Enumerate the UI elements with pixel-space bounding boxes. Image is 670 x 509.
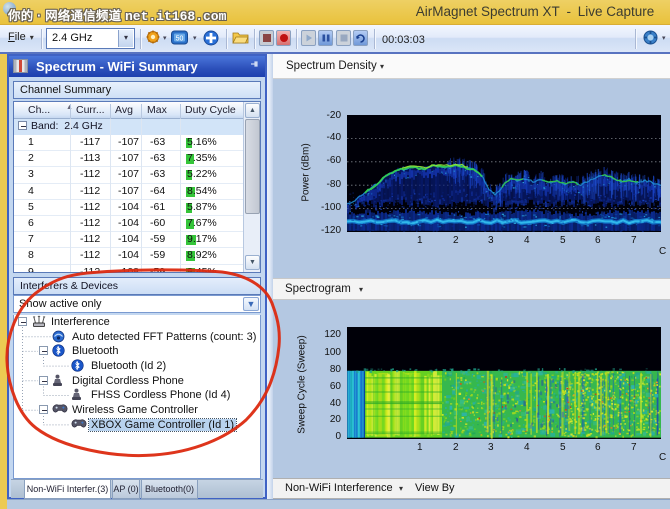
svg-text:50: 50 (176, 36, 184, 43)
